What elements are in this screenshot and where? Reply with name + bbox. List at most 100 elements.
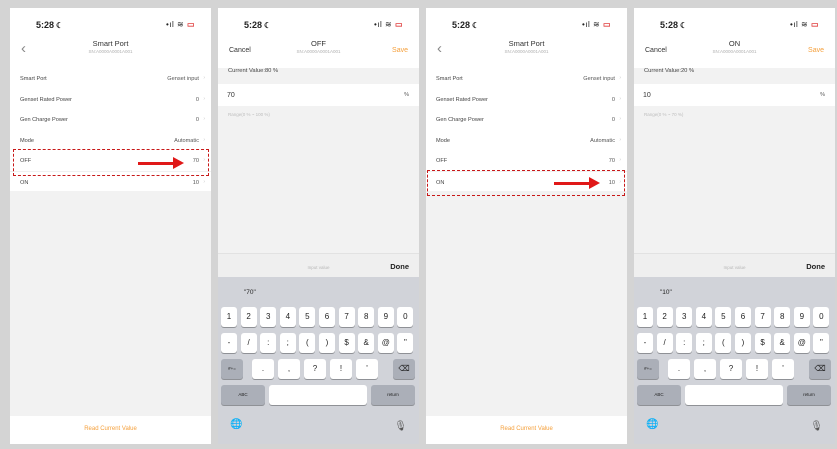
key[interactable]: &	[358, 333, 375, 353]
key[interactable]: .	[668, 359, 690, 379]
key[interactable]: )	[319, 333, 335, 353]
delete-key-icon[interactable]: ⌫	[393, 359, 415, 379]
keyboard-suggestion[interactable]: "10"	[660, 289, 672, 296]
value-input[interactable]: 10	[643, 92, 651, 99]
key[interactable]: !	[330, 359, 352, 379]
key[interactable]: ?	[720, 359, 742, 379]
nav-bar: Cancel OFF SN:A0000A0001A001 Save	[218, 34, 419, 68]
save-button[interactable]: Save	[808, 47, 824, 54]
row-smart-port[interactable]: Smart Port Genset input ›	[426, 68, 627, 89]
key[interactable]: @	[793, 333, 810, 353]
status-bar: 5:28 ☾ •ıl ≋ ▭	[10, 8, 211, 34]
symbols-toggle-key[interactable]: #+=	[637, 359, 659, 379]
read-current-value-button[interactable]: Read Current Value	[10, 426, 211, 432]
key[interactable]: 9	[793, 307, 810, 327]
key[interactable]: (	[715, 333, 732, 353]
key[interactable]: $	[338, 333, 355, 353]
abc-key[interactable]: ABC	[221, 385, 265, 405]
status-bar: 5:28 ☾ •ıl ≋ ▭	[218, 8, 419, 34]
globe-icon[interactable]: 🌐	[230, 419, 242, 430]
key[interactable]: 9	[377, 307, 394, 327]
keyboard-suggestion[interactable]: "70"	[244, 289, 256, 296]
nav-bar: ‹ Smart Port SN:A0000A0001A001	[426, 34, 627, 68]
row-mode[interactable]: Mode Automatic ›	[10, 130, 211, 151]
current-value-label: Current Value:80 %	[228, 68, 279, 74]
status-time: 5:28 ☾	[660, 20, 688, 30]
key[interactable]: :	[676, 333, 693, 353]
key[interactable]: 5	[715, 307, 732, 327]
key[interactable]: ;	[695, 333, 712, 353]
key[interactable]: ?	[304, 359, 326, 379]
key[interactable]: .	[252, 359, 274, 379]
key[interactable]: )	[735, 333, 751, 353]
keyboard: "70" 1 2 3 4 5 6 7 8 9 0 - / : ; ( ) $ &…	[218, 277, 419, 444]
key[interactable]: -	[637, 333, 653, 353]
done-button[interactable]: Done	[390, 262, 409, 271]
chevron-right-icon: ›	[619, 136, 621, 143]
key[interactable]: /	[240, 333, 257, 353]
done-button[interactable]: Done	[806, 262, 825, 271]
key[interactable]: @	[377, 333, 394, 353]
key[interactable]: 0	[397, 307, 414, 327]
key[interactable]: ,	[278, 359, 300, 379]
key[interactable]: "	[397, 333, 414, 353]
key[interactable]: ;	[279, 333, 296, 353]
moon-icon: ☾	[56, 21, 64, 30]
read-current-value-button[interactable]: Read Current Value	[426, 426, 627, 432]
key[interactable]: 7	[338, 307, 355, 327]
page-subtitle: SN:A0000A0001A001	[296, 49, 341, 54]
value-input[interactable]: 70	[227, 92, 235, 99]
key[interactable]: 3	[676, 307, 693, 327]
row-gen-charge-power[interactable]: Gen Charge Power 0 ›	[10, 109, 211, 130]
screen-smart-port-on: 5:28 ☾ •ıl ≋ ▭ ‹ Smart Port SN:A0000A0001…	[426, 8, 627, 444]
save-button[interactable]: Save	[392, 47, 408, 54]
key[interactable]: ,	[694, 359, 716, 379]
return-key[interactable]: return	[787, 385, 831, 405]
key[interactable]: 4	[695, 307, 712, 327]
globe-icon[interactable]: 🌐	[646, 419, 658, 430]
key[interactable]: &	[774, 333, 791, 353]
key[interactable]: 1	[637, 307, 653, 327]
key[interactable]: 2	[656, 307, 673, 327]
key[interactable]: 2	[240, 307, 257, 327]
row-gen-charge-power[interactable]: Gen Charge Power 0 ›	[426, 109, 627, 130]
key[interactable]: 4	[279, 307, 296, 327]
key[interactable]: 6	[735, 307, 751, 327]
key[interactable]: 0	[813, 307, 830, 327]
keyboard: "10" 1 2 3 4 5 6 7 8 9 0 - / : ; ( ) $ &…	[634, 277, 835, 444]
key[interactable]: :	[260, 333, 277, 353]
key[interactable]: /	[656, 333, 673, 353]
symbols-toggle-key[interactable]: #+=	[221, 359, 243, 379]
row-off[interactable]: OFF 70 ›	[426, 150, 627, 171]
key[interactable]: 8	[774, 307, 791, 327]
key[interactable]: '	[356, 359, 378, 379]
key[interactable]: !	[746, 359, 768, 379]
key[interactable]: 7	[754, 307, 771, 327]
screen-edit-off: 5:28 ☾ •ıl ≋ ▭ Cancel OFF SN:A0000A0001A0…	[218, 8, 419, 444]
value-field[interactable]: 70 %	[218, 84, 419, 106]
key[interactable]: (	[299, 333, 316, 353]
key[interactable]: 8	[358, 307, 375, 327]
microphone-icon[interactable]: 🎙	[394, 421, 407, 432]
key[interactable]: "	[813, 333, 830, 353]
return-key[interactable]: return	[371, 385, 415, 405]
value-field[interactable]: 10 %	[634, 84, 835, 106]
key[interactable]: 3	[260, 307, 277, 327]
key[interactable]: $	[754, 333, 771, 353]
row-mode[interactable]: Mode Automatic ›	[426, 130, 627, 151]
row-genset-rated-power[interactable]: Genset Rated Power 0 ›	[10, 89, 211, 110]
moon-icon: ☾	[680, 21, 688, 30]
abc-key[interactable]: ABC	[637, 385, 681, 405]
delete-key-icon[interactable]: ⌫	[809, 359, 831, 379]
key[interactable]: -	[221, 333, 237, 353]
key[interactable]: 1	[221, 307, 237, 327]
microphone-icon[interactable]: 🎙	[810, 421, 823, 432]
key[interactable]: 5	[299, 307, 316, 327]
space-key[interactable]	[685, 385, 783, 405]
space-key[interactable]	[269, 385, 367, 405]
key[interactable]: '	[772, 359, 794, 379]
key[interactable]: 6	[319, 307, 335, 327]
row-smart-port[interactable]: Smart Port Genset input ›	[10, 68, 211, 89]
row-genset-rated-power[interactable]: Genset Rated Power 0 ›	[426, 89, 627, 110]
wifi-icon: ≋	[385, 20, 393, 29]
